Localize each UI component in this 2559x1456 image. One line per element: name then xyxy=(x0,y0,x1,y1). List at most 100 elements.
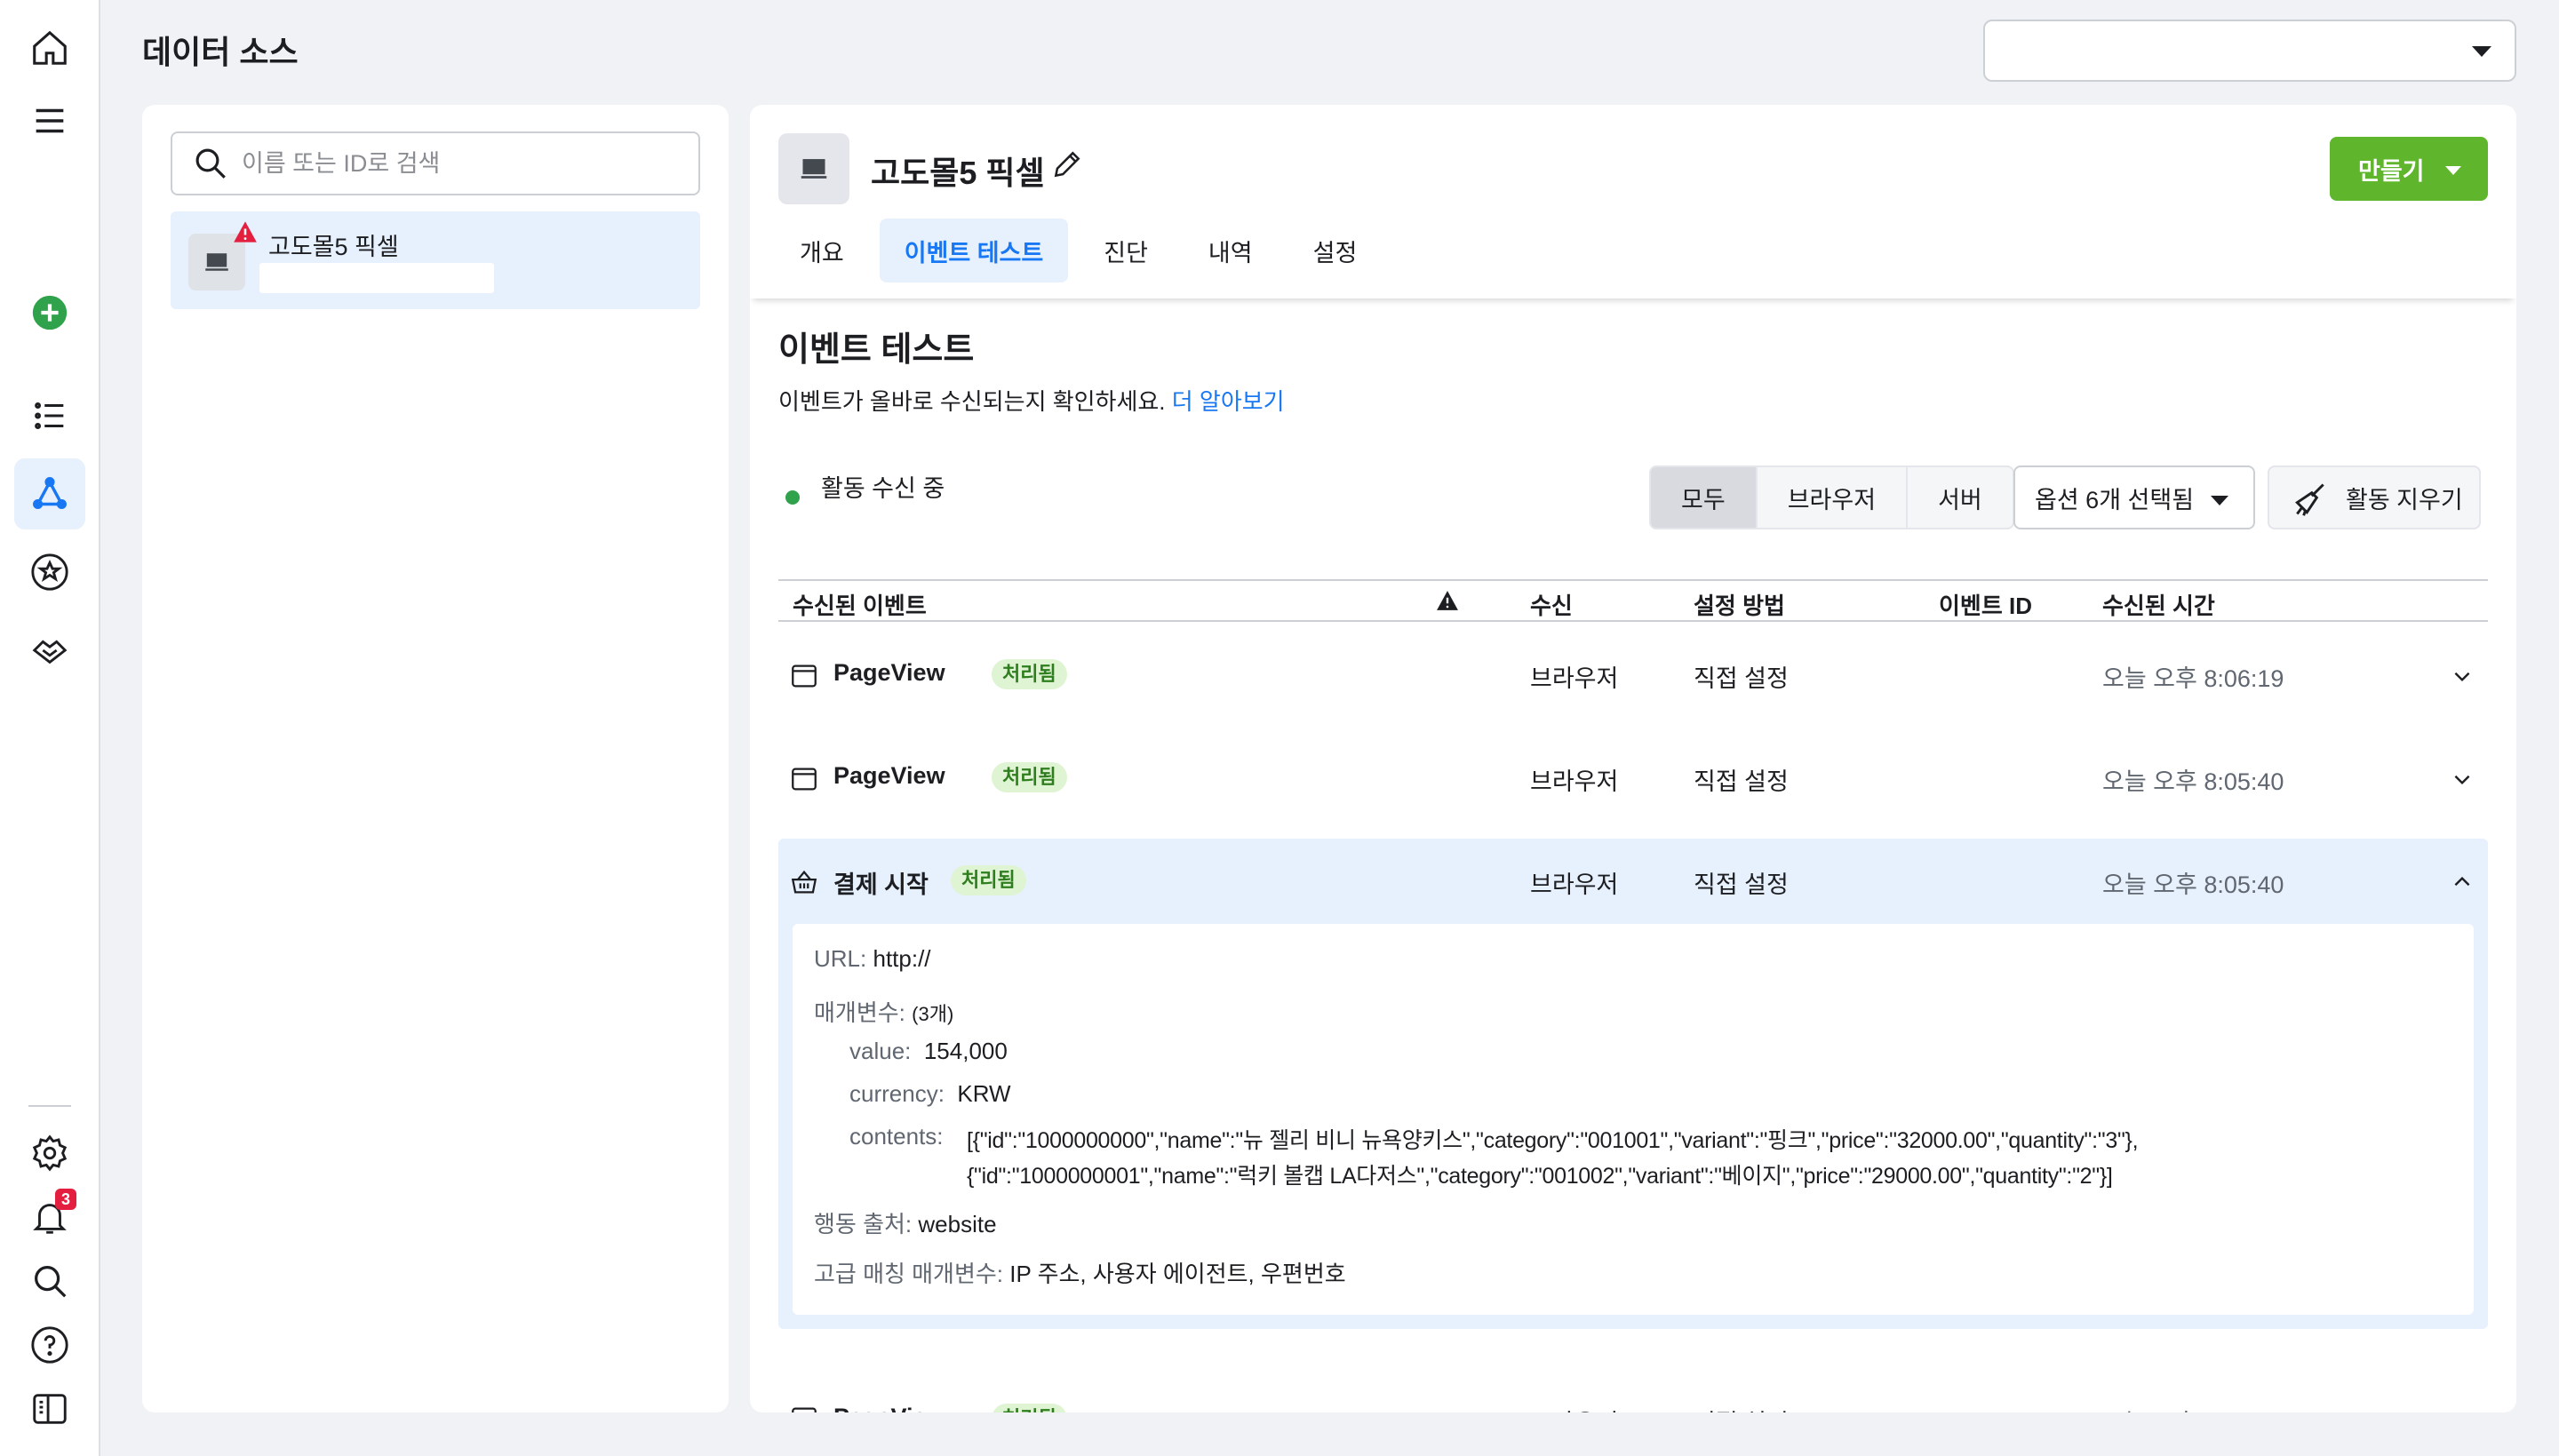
pixel-detail-panel: 고도몰5 픽셀 만들기 개요 이벤트 테스트 진단 내역 설정 이벤트 테스트 … xyxy=(750,105,2516,1412)
filter-browser-button[interactable]: 브라우저 xyxy=(1755,465,1909,529)
help-icon[interactable] xyxy=(14,1309,85,1380)
table-row[interactable]: PageView 처리됨 브라우저 직접 설정 오늘 오후 8:06:19 xyxy=(778,633,2488,718)
received-source: 브라우저 xyxy=(1530,871,1619,898)
detail-action-source: 행동 출처: website xyxy=(814,1206,997,1239)
url-label: URL: xyxy=(814,945,867,972)
tab-diagnostics[interactable]: 진단 xyxy=(1079,219,1173,282)
setup-method: 직접 설정 xyxy=(1694,768,1789,795)
col-setup-method: 설정 방법 xyxy=(1694,593,1785,619)
status-badge: 처리됨 xyxy=(992,762,1067,792)
url-value: http:// xyxy=(873,945,931,972)
live-status-dot xyxy=(785,490,800,505)
chevron-down-icon[interactable] xyxy=(2451,664,2474,688)
partner-icon[interactable] xyxy=(14,615,85,686)
table-row[interactable]: PageView 처리됨 브라우저 직접 설정 오늘 오후 8:05:40 xyxy=(778,736,2488,821)
browser-window-icon xyxy=(792,664,817,688)
col-received-time: 수신된 시간 xyxy=(2102,593,2215,619)
section-title: 이벤트 테스트 xyxy=(778,331,975,369)
status-badge: 처리됨 xyxy=(951,865,1026,895)
side-panel-icon[interactable] xyxy=(14,1373,85,1444)
create-button[interactable]: 만들기 xyxy=(2330,137,2488,201)
param-key: contents: xyxy=(849,1123,944,1150)
home-icon[interactable] xyxy=(14,12,85,84)
col-event-id: 이벤트 ID xyxy=(1939,593,2032,619)
data-sources-icon[interactable] xyxy=(14,458,85,529)
list-icon[interactable] xyxy=(14,380,85,451)
advanced-matching-value: IP 주소, 사용자 에이전트, 우편번호 xyxy=(1009,1261,1346,1287)
tab-bar: 개요 이벤트 테스트 진단 내역 설정 xyxy=(775,219,1392,282)
pixel-id-redacted xyxy=(259,263,494,293)
filter-server-button[interactable]: 서버 xyxy=(1906,465,2014,529)
param-value: KRW xyxy=(957,1080,1011,1107)
detail-params-header: 매개변수: (3개) xyxy=(814,995,953,1028)
rail-divider xyxy=(28,1105,71,1107)
tab-test-events[interactable]: 이벤트 테스트 xyxy=(879,219,1069,282)
warning-icon xyxy=(234,221,257,243)
tab-overview[interactable]: 개요 xyxy=(775,219,869,282)
received-source: 브라우저 xyxy=(1530,1404,1618,1412)
col-received: 수신 xyxy=(1530,593,1573,619)
action-source-label: 행동 출처: xyxy=(814,1211,913,1237)
left-rail: 3 xyxy=(0,0,100,1456)
tab-settings[interactable]: 설정 xyxy=(1288,219,1383,282)
detail-advanced-matching: 고급 매칭 매개변수: IP 주소, 사용자 에이전트, 우편번호 xyxy=(814,1256,1346,1289)
col-event: 수신된 이벤트 xyxy=(793,593,927,619)
advanced-matching-label: 고급 매칭 매개변수: xyxy=(814,1261,1004,1287)
bell-icon[interactable]: 3 xyxy=(14,1182,85,1253)
basket-icon xyxy=(791,870,817,894)
star-icon[interactable] xyxy=(14,537,85,608)
live-status-text: 활동 수신 중 xyxy=(821,475,945,502)
param-row: currency: KRW xyxy=(849,1080,1011,1108)
search-box[interactable] xyxy=(171,131,700,195)
pixel-title: 고도몰5 픽셀 xyxy=(871,155,1045,191)
event-detail-card: URL: http:// 매개변수: (3개) value: 154,000 c… xyxy=(793,924,2474,1315)
table-row-content: PageView 처리됨 브라우저 직접 설정 오늘 오후 8:05:35 xyxy=(778,1377,2488,1412)
param-value: 154,000 xyxy=(923,1038,1008,1064)
chevron-down-icon xyxy=(2445,166,2461,175)
account-selector[interactable] xyxy=(1983,20,2516,82)
received-source: 브라우저 xyxy=(1530,665,1619,692)
broom-icon xyxy=(2295,483,2324,516)
search-icon[interactable] xyxy=(14,1245,85,1317)
learn-more-link[interactable]: 더 알아보기 xyxy=(1172,388,1285,415)
pixel-list-panel: 고도몰5 픽셀 xyxy=(142,105,729,1412)
settings-icon[interactable] xyxy=(14,1118,85,1189)
received-time: 오늘 오후 8:05:40 xyxy=(2102,871,2284,898)
source-filter: 모두 브라우저 서버 xyxy=(1649,465,2014,529)
received-time: 오늘 오후 8:06:19 xyxy=(2102,665,2284,692)
options-dropdown[interactable]: 옵션 6개 선택됨 xyxy=(2013,465,2255,529)
pencil-icon[interactable] xyxy=(1050,147,1084,181)
setup-method: 직접 설정 xyxy=(1694,871,1789,898)
add-icon[interactable] xyxy=(14,277,85,348)
param-key: currency: xyxy=(849,1080,945,1107)
search-input[interactable] xyxy=(242,149,686,178)
chevron-down-icon[interactable] xyxy=(2451,768,2474,791)
clear-activity-label: 활동 지우기 xyxy=(2346,486,2463,513)
section-description-text: 이벤트가 올바로 수신되는지 확인하세요. xyxy=(778,388,1166,415)
received-time: 오늘 오후 8:05:35 xyxy=(2102,1404,2284,1412)
clear-activity-button[interactable]: 활동 지우기 xyxy=(2268,465,2481,529)
event-name: 결제 시작 xyxy=(833,871,929,898)
setup-method: 직접 설정 xyxy=(1694,665,1789,692)
page-title: 데이터 소스 xyxy=(142,34,299,70)
warning-icon xyxy=(1437,591,1458,610)
table-row[interactable]: PageView 처리됨 브라우저 직접 설정 오늘 오후 8:05:35 xyxy=(778,1366,2488,1412)
laptop-icon xyxy=(778,133,849,204)
tab-history[interactable]: 내역 xyxy=(1184,219,1278,282)
event-name: PageView xyxy=(833,762,945,789)
chevron-down-icon xyxy=(2211,496,2228,505)
pixel-list-item[interactable]: 고도몰5 픽셀 xyxy=(171,211,700,309)
pixel-name: 고도몰5 픽셀 xyxy=(268,234,399,260)
filter-all-button[interactable]: 모두 xyxy=(1649,465,1758,529)
table-row-expanded[interactable]: 결제 시작 처리됨 브라우저 직접 설정 오늘 오후 8:05:40 URL: … xyxy=(778,839,2488,1329)
param-value-continued: {"id":"1000000001","name":"럭키 볼캡 LA다저스",… xyxy=(967,1164,2113,1189)
param-row: contents: xyxy=(849,1123,944,1150)
chevron-up-icon[interactable] xyxy=(2451,871,2474,894)
param-key: value: xyxy=(849,1038,912,1064)
menu-icon[interactable] xyxy=(14,85,85,156)
create-button-label: 만들기 xyxy=(2358,157,2425,185)
browser-window-icon xyxy=(792,1407,817,1412)
received-time: 오늘 오후 8:05:40 xyxy=(2102,768,2284,795)
param-row: value: 154,000 xyxy=(849,1038,1008,1065)
received-source: 브라우저 xyxy=(1530,768,1619,795)
